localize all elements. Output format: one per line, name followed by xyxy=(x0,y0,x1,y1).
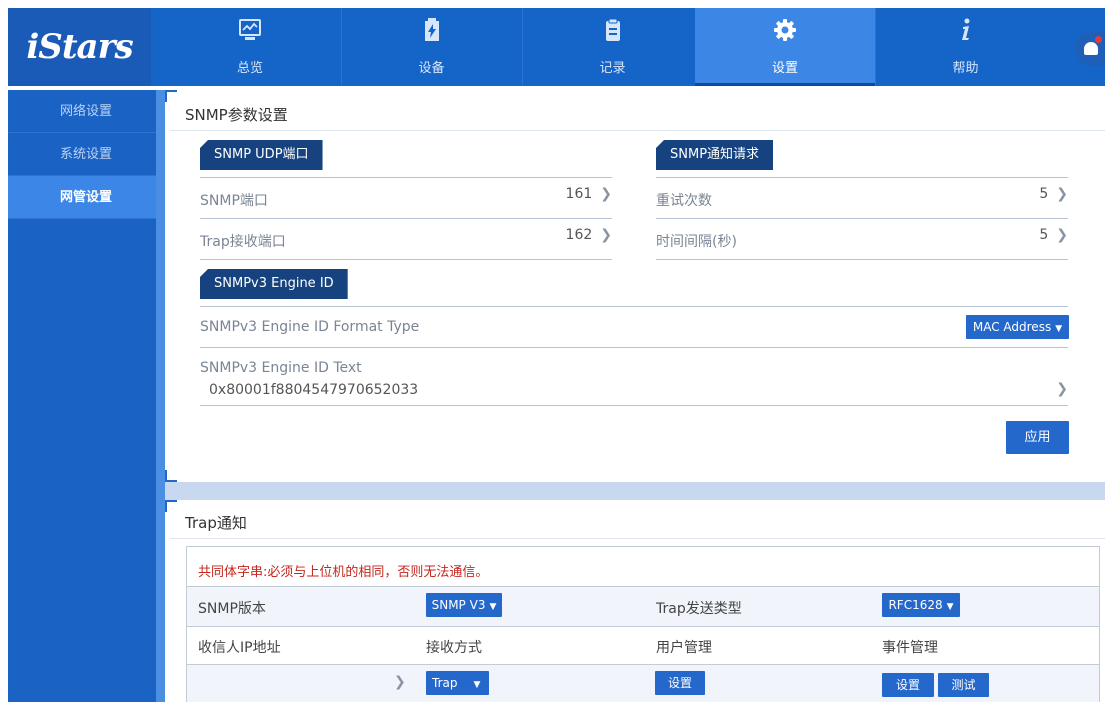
apply-button[interactable]: 应用 xyxy=(1006,421,1069,454)
corner-mark xyxy=(165,500,177,512)
tab-overview[interactable]: 总览 xyxy=(160,8,340,86)
retry-count-label: 重试次数 xyxy=(656,193,712,209)
sidebar-item-network[interactable]: 网络设置 xyxy=(8,90,164,133)
sidebar-divider xyxy=(156,90,165,702)
istars-logo: iStars xyxy=(8,8,151,86)
trap-port-value: 162 xyxy=(565,227,593,243)
engine-format-value: MAC Address xyxy=(972,320,1052,334)
divider xyxy=(200,347,1068,348)
bell-icon xyxy=(1084,42,1098,55)
corner-mark xyxy=(165,90,177,102)
chevron-right-icon: ❯ xyxy=(600,186,612,202)
retry-count-value: 5 xyxy=(1039,186,1049,202)
divider xyxy=(200,177,612,178)
sidebar-item-system[interactable]: 系统设置 xyxy=(8,133,164,176)
tab-label: 记录 xyxy=(599,61,626,76)
section-tag-udp: SNMP UDP端口 xyxy=(200,140,323,170)
chevron-right-icon[interactable]: ❯ xyxy=(1040,381,1068,397)
panel-title: Trap通知 xyxy=(185,514,247,532)
corner-mark xyxy=(165,470,177,482)
divider xyxy=(200,218,612,219)
user-settings-button[interactable]: 设置 xyxy=(655,671,705,695)
title-divider xyxy=(170,538,1105,539)
dropdown-arrow-icon: ▼ xyxy=(1055,324,1063,334)
col-user-management: 用户管理 xyxy=(656,640,712,656)
chevron-right-icon: ❯ xyxy=(1056,227,1068,243)
tab-label: 设备 xyxy=(418,61,445,76)
panel-gap xyxy=(165,482,1105,500)
trap-port-label: Trap接收端口 xyxy=(200,234,286,250)
sidebar: 网络设置 系统设置 网管设置 xyxy=(8,90,164,702)
snmp-port-value-row[interactable]: 161 ❯ xyxy=(520,186,612,202)
snmp-version-label: SNMP版本 xyxy=(198,601,266,617)
tab-device[interactable]: 设备 xyxy=(341,8,521,86)
interval-label: 时间间隔(秒) xyxy=(656,234,737,250)
tab-records[interactable]: 记录 xyxy=(522,8,702,86)
receive-mode-select[interactable]: Trap ▼ xyxy=(426,671,489,695)
dropdown-arrow-icon: ▼ xyxy=(473,680,481,690)
version-row xyxy=(186,586,1100,626)
section-tag-notify: SNMP通知请求 xyxy=(656,140,774,170)
header-row xyxy=(186,626,1100,664)
info-icon xyxy=(961,18,969,40)
engine-text-label: SNMPv3 Engine ID Text xyxy=(200,360,362,376)
divider xyxy=(656,177,1068,178)
tab-label: 帮助 xyxy=(952,61,979,76)
tab-settings[interactable]: 设置 xyxy=(695,8,875,86)
community-warning: 共同体字串:必须与上位机的相同，否则无法通信。 xyxy=(198,565,489,580)
title-divider xyxy=(170,130,1105,131)
interval-value: 5 xyxy=(1039,227,1049,243)
retry-count-value-row[interactable]: 5 ❯ xyxy=(976,186,1068,202)
snmp-version-select[interactable]: SNMP V3 ▼ xyxy=(426,593,502,617)
top-navigation-bar: iStars 总览 设备 记录 设置 帮助 xyxy=(8,8,1105,86)
panel-title: SNMP参数设置 xyxy=(185,106,288,124)
tab-label: 设置 xyxy=(771,61,798,76)
divider xyxy=(656,218,1068,219)
event-test-button[interactable]: 测试 xyxy=(938,673,989,697)
col-receive-mode: 接收方式 xyxy=(426,640,482,656)
sidebar-item-nms[interactable]: 网管设置 xyxy=(8,176,164,219)
trap-send-type-label: Trap发送类型 xyxy=(656,601,742,617)
chevron-right-icon: ❯ xyxy=(1056,186,1068,202)
divider xyxy=(200,259,612,260)
tab-help[interactable]: 帮助 xyxy=(875,8,1055,86)
snmp-port-value: 161 xyxy=(565,186,593,202)
trap-port-value-row[interactable]: 162 ❯ xyxy=(520,227,612,243)
receive-mode-value: Trap xyxy=(432,676,458,690)
battery-icon xyxy=(424,18,439,41)
divider xyxy=(200,405,1068,406)
divider xyxy=(200,306,1068,307)
tab-label: 总览 xyxy=(236,61,263,76)
alert-dot xyxy=(1095,36,1102,43)
trap-send-type-value: RFC1628 xyxy=(888,598,943,612)
dropdown-arrow-icon: ▼ xyxy=(946,602,954,612)
snmp-port-label: SNMP端口 xyxy=(200,193,268,209)
chevron-right-icon: ❯ xyxy=(600,227,612,243)
col-recipient-ip: 收信人IP地址 xyxy=(198,640,281,656)
snmp-version-value: SNMP V3 xyxy=(431,598,486,612)
section-tag-engine-id: SNMPv3 Engine ID xyxy=(200,269,348,299)
chevron-right-icon[interactable]: ❯ xyxy=(394,674,406,690)
engine-text-value[interactable]: 0x80001f8804547970652033 xyxy=(209,382,418,398)
gear-icon xyxy=(774,19,796,41)
event-settings-button[interactable]: 设置 xyxy=(882,673,934,697)
engine-format-select[interactable]: MAC Address ▼ xyxy=(966,315,1069,339)
dropdown-arrow-icon: ▼ xyxy=(489,602,497,612)
interval-value-row[interactable]: 5 ❯ xyxy=(976,227,1068,243)
trap-send-type-select[interactable]: RFC1628 ▼ xyxy=(882,593,960,617)
clipboard-icon xyxy=(605,18,620,41)
engine-format-label: SNMPv3 Engine ID Format Type xyxy=(200,319,420,335)
monitor-chart-icon xyxy=(239,19,261,40)
divider xyxy=(656,259,1068,260)
col-event-management: 事件管理 xyxy=(882,640,938,656)
notification-button[interactable] xyxy=(1075,32,1105,66)
